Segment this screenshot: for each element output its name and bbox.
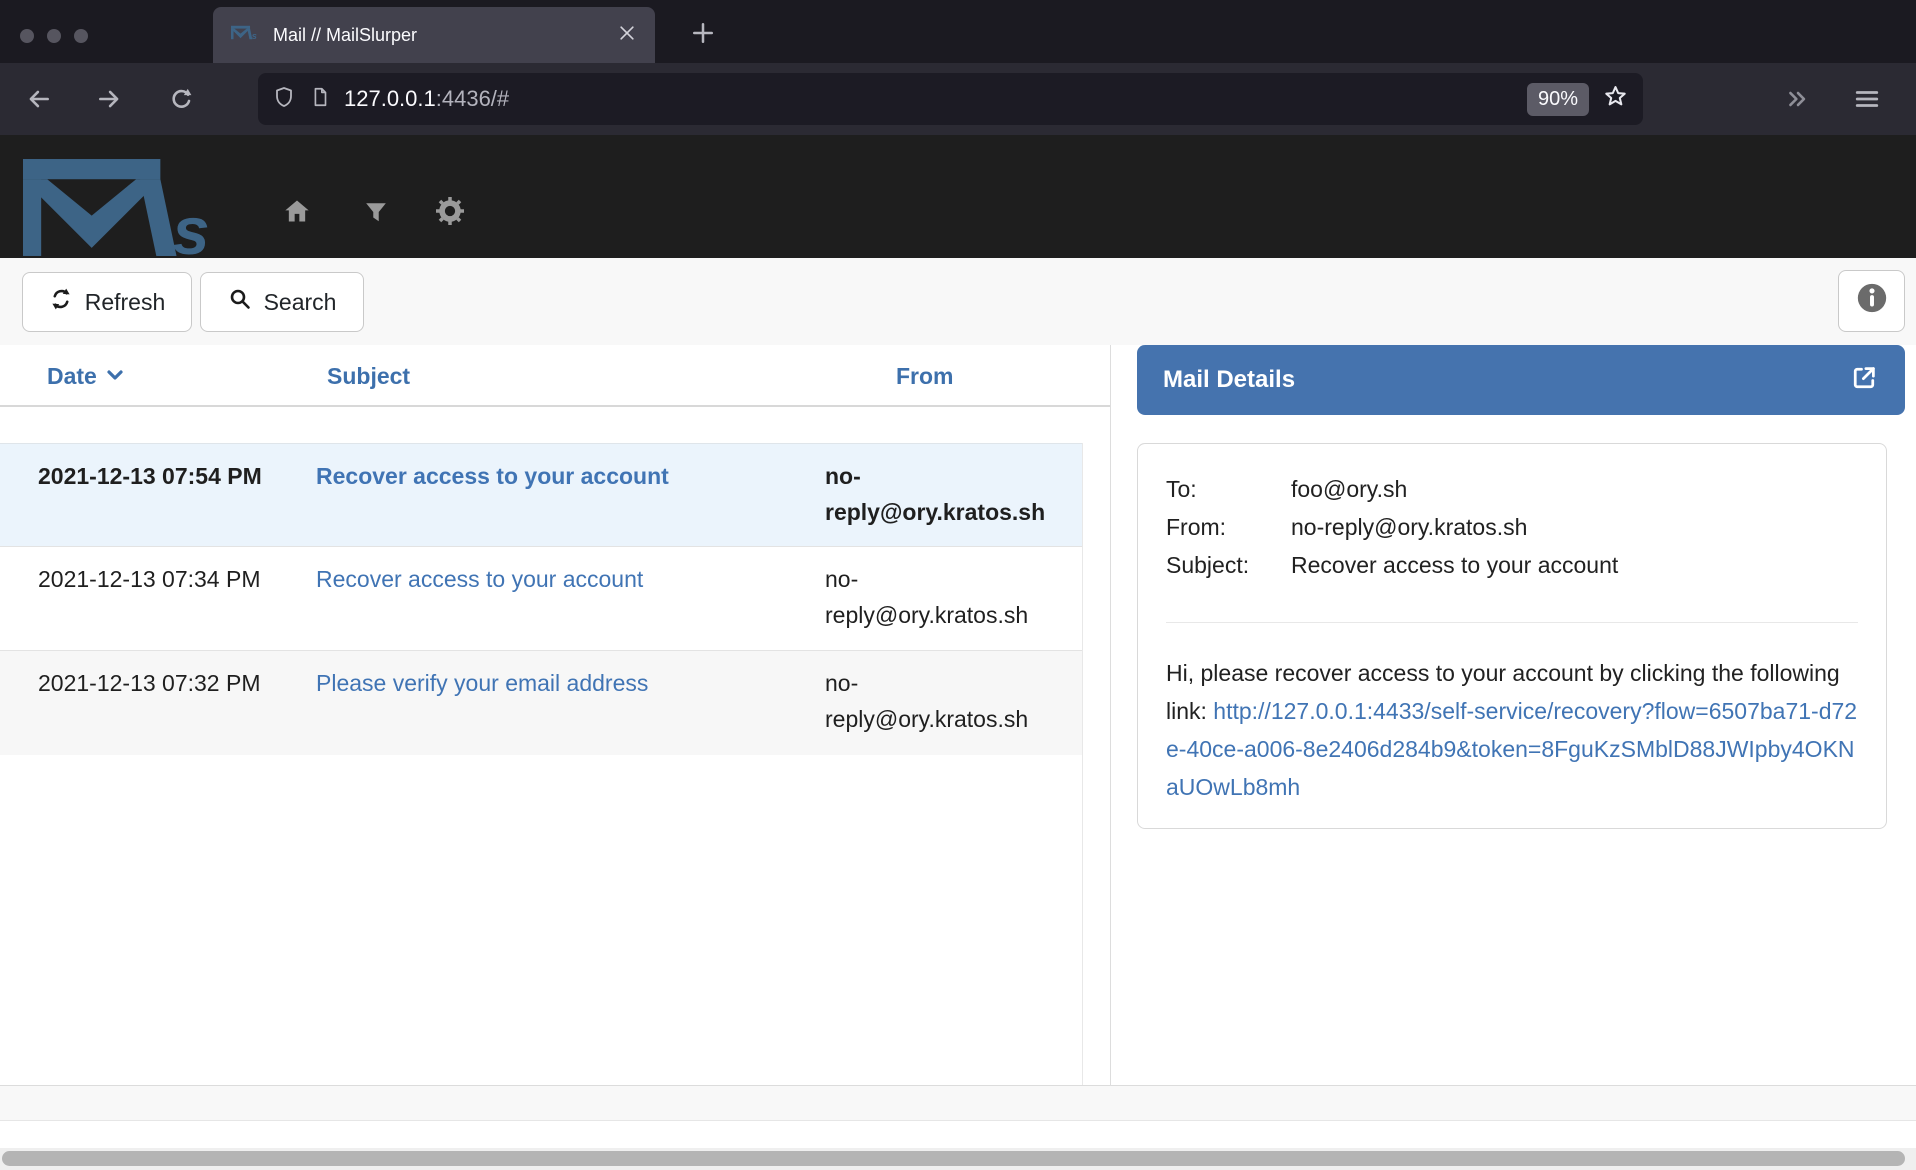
horizontal-scrollbar[interactable] — [0, 1148, 1916, 1170]
tab-close-icon[interactable] — [617, 23, 637, 48]
column-header-subject-label: Subject — [327, 363, 410, 390]
mail-details-card: To: foo@ory.sh From: no-reply@ory.kratos… — [1137, 443, 1887, 829]
field-subject: Subject: Recover access to your account — [1166, 546, 1858, 584]
search-label: Search — [264, 289, 337, 316]
field-from-label: From: — [1166, 508, 1291, 546]
url-path: :4436/# — [436, 86, 509, 111]
field-subject-label: Subject: — [1166, 546, 1291, 584]
field-to-label: To: — [1166, 470, 1291, 508]
field-from: From: no-reply@ory.kratos.sh — [1166, 508, 1858, 546]
panel-divider — [1110, 345, 1111, 1121]
url-domain: 127.0.0.1 — [344, 86, 436, 111]
details-separator — [1166, 622, 1858, 623]
field-from-value: no-reply@ory.kratos.sh — [1291, 508, 1527, 546]
mail-from: no-reply@ory.kratos.sh — [825, 458, 1055, 530]
recovery-link[interactable]: http://127.0.0.1:4433/self-service/recov… — [1166, 698, 1857, 800]
browser-window: s Mail // MailSlurper — [0, 0, 1916, 1170]
shield-icon[interactable] — [272, 85, 296, 114]
svg-text:s: s — [252, 31, 257, 40]
svg-text:s: s — [172, 195, 209, 256]
horizontal-scrollbar-thumb[interactable] — [2, 1151, 1905, 1166]
mailslurper-navbar: s — [0, 135, 1916, 258]
mail-from: no-reply@ory.kratos.sh — [825, 561, 1055, 633]
browser-tab[interactable]: s Mail // MailSlurper — [213, 7, 655, 63]
browser-navbar: 127.0.0.1:4436/# 90% — [0, 63, 1916, 135]
page-info-icon — [309, 86, 331, 113]
reload-icon[interactable] — [168, 86, 194, 112]
menu-hamburger-icon[interactable] — [1853, 86, 1879, 112]
refresh-button[interactable]: Refresh — [22, 272, 192, 332]
table-header-divider — [0, 405, 1110, 407]
mail-row-selected[interactable]: 2021-12-13 07:54 PM Recover access to yo… — [0, 443, 1082, 547]
column-header-subject[interactable]: Subject — [327, 363, 410, 390]
open-external-icon[interactable] — [1849, 363, 1879, 398]
url-bar[interactable]: 127.0.0.1:4436/# 90% — [258, 73, 1643, 125]
sort-chevron-down-icon — [105, 363, 125, 390]
bookmark-star-icon[interactable] — [1602, 83, 1629, 115]
back-icon[interactable] — [26, 86, 52, 112]
info-button[interactable] — [1838, 270, 1905, 332]
filter-icon[interactable] — [364, 200, 388, 229]
bottom-strip — [0, 1086, 1916, 1121]
mail-date: 2021-12-13 07:32 PM — [38, 665, 263, 701]
info-icon — [1855, 281, 1889, 321]
mail-row[interactable]: 2021-12-13 07:32 PM Please verify your e… — [0, 651, 1082, 755]
field-to: To: foo@ory.sh — [1166, 470, 1858, 508]
search-icon — [228, 287, 252, 317]
mail-details-title: Mail Details — [1163, 366, 1849, 394]
settings-gear-icon[interactable] — [436, 197, 464, 230]
mail-from: no-reply@ory.kratos.sh — [825, 665, 1055, 737]
window-controls[interactable] — [20, 29, 88, 43]
bottom-strip-white — [0, 1121, 1916, 1148]
browser-titlebar: s Mail // MailSlurper — [0, 0, 1916, 63]
mailslurper-logo: s — [23, 159, 225, 261]
zoom-level-badge[interactable]: 90% — [1527, 83, 1589, 116]
new-tab-button[interactable] — [688, 18, 718, 48]
home-icon[interactable] — [282, 197, 312, 230]
refresh-label: Refresh — [85, 289, 166, 316]
refresh-icon — [49, 287, 73, 317]
overflow-chevrons-icon[interactable] — [1785, 86, 1811, 112]
mail-date: 2021-12-13 07:54 PM — [38, 458, 263, 494]
search-button[interactable]: Search — [200, 272, 364, 332]
url-text: 127.0.0.1:4436/# — [344, 86, 1514, 112]
mail-body: Hi, please recover access to your accoun… — [1166, 654, 1858, 806]
mail-date: 2021-12-13 07:34 PM — [38, 561, 263, 597]
app-toolbar: Refresh Search — [0, 258, 1916, 345]
mailslurper-favicon-icon: s — [231, 25, 259, 45]
mail-subject-link[interactable]: Recover access to your account — [316, 458, 806, 494]
mail-subject-link[interactable]: Please verify your email address — [316, 665, 806, 701]
field-subject-value: Recover access to your account — [1291, 546, 1618, 584]
mail-details-header: Mail Details — [1137, 345, 1905, 415]
field-to-value: foo@ory.sh — [1291, 470, 1407, 508]
mail-subject-link[interactable]: Recover access to your account — [316, 561, 806, 597]
tab-title: Mail // MailSlurper — [273, 25, 617, 46]
mail-row[interactable]: 2021-12-13 07:34 PM Recover access to yo… — [0, 547, 1082, 651]
mail-list: 2021-12-13 07:54 PM Recover access to yo… — [0, 443, 1083, 1085]
column-header-from-label: From — [896, 363, 954, 390]
column-header-from[interactable]: From — [896, 363, 954, 390]
column-header-date[interactable]: Date — [47, 363, 125, 390]
column-header-date-label: Date — [47, 363, 97, 390]
forward-icon[interactable] — [96, 86, 122, 112]
